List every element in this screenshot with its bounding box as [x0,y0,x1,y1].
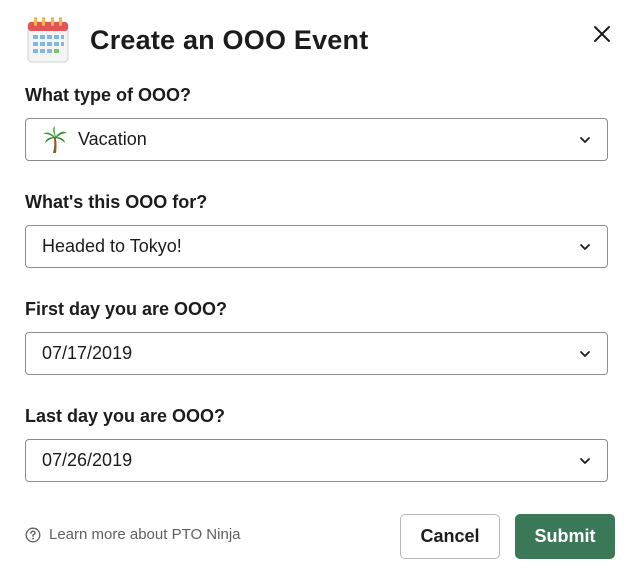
chevron-down-icon [580,457,590,464]
modal-title: Create an OOO Event [90,24,369,55]
last-day-value: 07/26/2019 [42,450,133,470]
close-button[interactable] [588,20,616,48]
ooo-reason-select[interactable]: Headed to Tokyo! [25,225,608,268]
submit-button[interactable]: Submit [515,514,615,559]
ooo-type-value: Vacation [78,129,147,149]
close-icon [594,26,610,42]
ooo-type-select[interactable]: Vacation [25,118,608,161]
last-day-select[interactable]: 07/26/2019 [25,439,608,482]
chevron-down-icon [580,243,590,250]
palm-tree-icon [43,125,67,153]
first-day-value: 07/17/2019 [42,343,133,363]
last-day-label: Last day you are OOO? [25,406,226,426]
ooo-reason-value: Headed to Tokyo! [42,236,182,256]
ooo-type-label: What type of OOO? [25,85,191,105]
help-circle-icon [25,527,41,542]
ooo-reason-label: What's this OOO for? [25,192,208,212]
calendar-icon [27,17,69,63]
cancel-button[interactable]: Cancel [400,514,500,559]
first-day-label: First day you are OOO? [25,299,228,319]
modal-header: Create an OOO Event [26,14,368,66]
chevron-down-icon [580,136,590,143]
learn-more-text: Learn more about PTO Ninja [49,526,241,543]
learn-more-link[interactable]: Learn more about PTO Ninja [25,526,241,543]
first-day-select[interactable]: 07/17/2019 [25,332,608,375]
ooo-event-modal: Create an OOO Event What type of OOO? Va… [0,0,640,578]
chevron-down-icon [580,350,590,357]
